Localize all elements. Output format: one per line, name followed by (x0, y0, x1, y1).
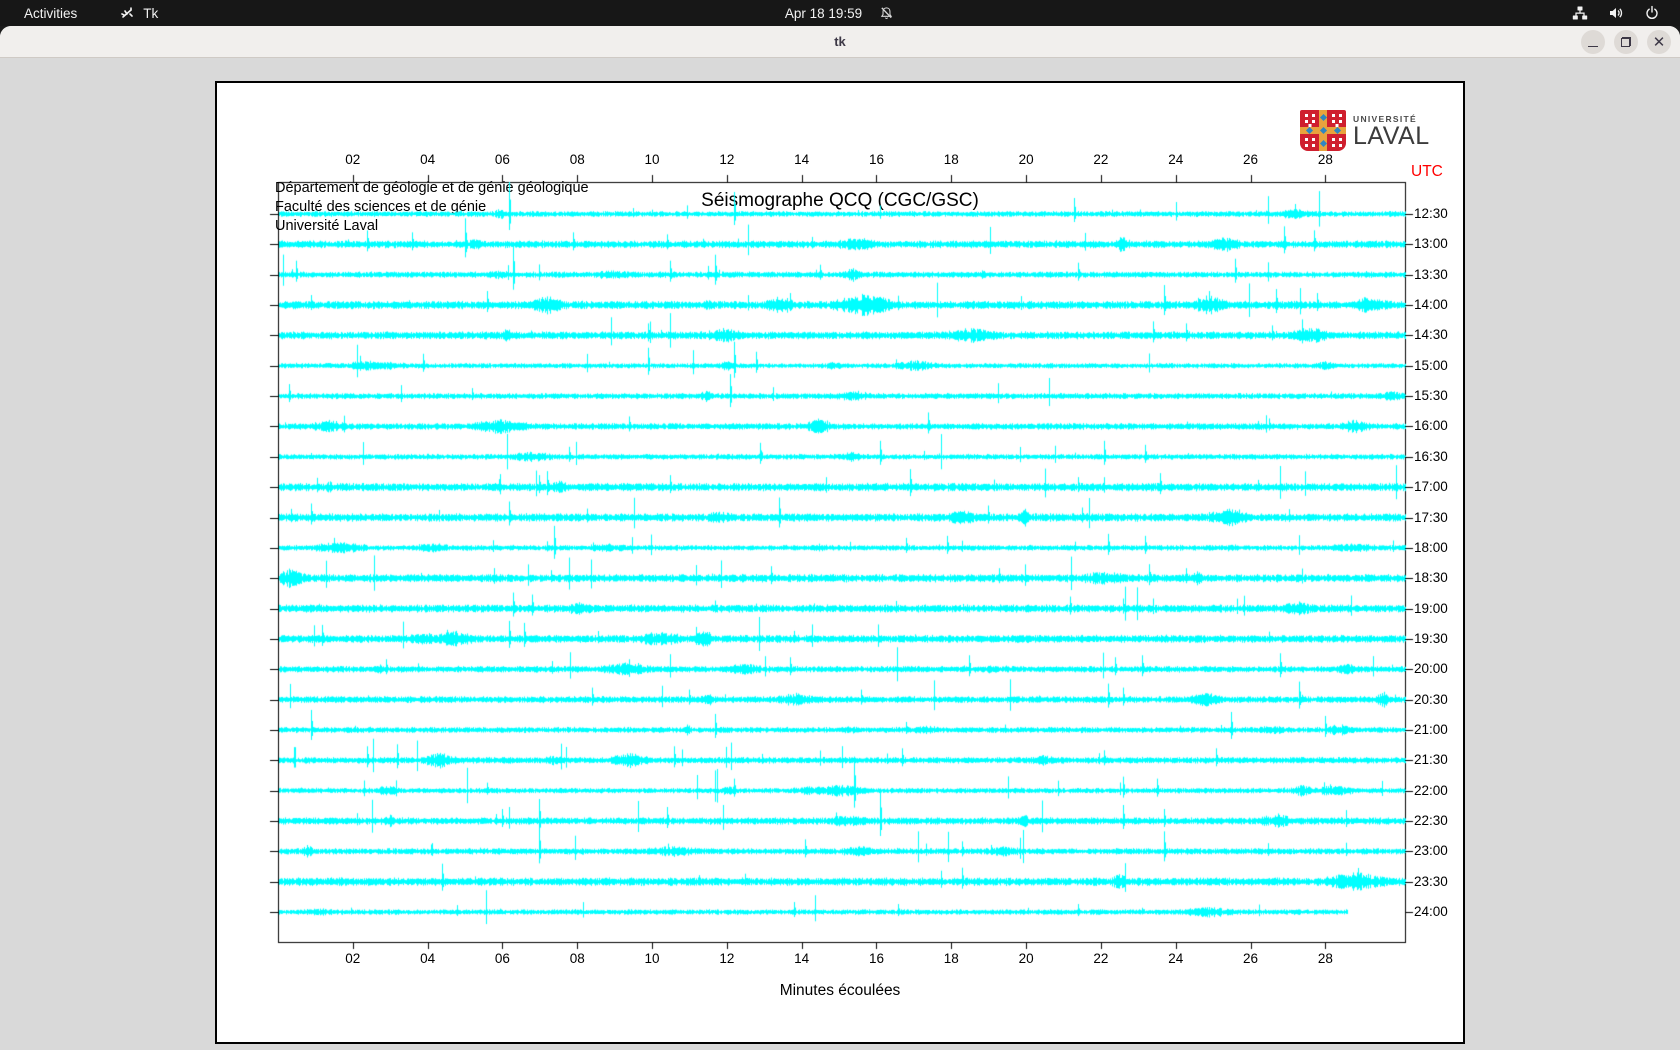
x-tick-label-bottom: 26 (1243, 951, 1259, 966)
x-tick-label-bottom: 28 (1317, 951, 1333, 966)
minimize-button[interactable] (1581, 30, 1605, 54)
trace-time-label: 17:00 (1414, 479, 1448, 495)
trace-time-label: 14:00 (1414, 297, 1448, 313)
utc-label: UTC (1411, 163, 1443, 180)
trace-time-label: 20:30 (1414, 691, 1448, 707)
trace-time-label: 21:30 (1414, 752, 1448, 768)
trace-time-label: 24:00 (1414, 904, 1448, 920)
x-tick-label-top: 02 (345, 152, 361, 167)
volume-icon[interactable] (1607, 5, 1624, 22)
trace-time-label: 18:30 (1414, 570, 1448, 586)
trace-time-label: 23:30 (1414, 873, 1448, 889)
x-tick-label-top: 10 (644, 152, 660, 167)
titlebar[interactable]: tk ✕ (0, 26, 1680, 58)
restore-icon (1621, 37, 1631, 47)
trace-time-label: 19:00 (1414, 600, 1448, 616)
trace-time-label: 15:30 (1414, 388, 1448, 404)
x-tick-label-bottom: 02 (345, 951, 361, 966)
trace-time-label: 20:00 (1414, 661, 1448, 677)
x-tick-label-top: 16 (868, 152, 884, 167)
x-tick-label-top: 24 (1168, 152, 1184, 167)
tk-app-indicator[interactable]: Tk (119, 5, 158, 22)
x-tick-label-top: 08 (569, 152, 585, 167)
x-tick-label-top: 22 (1093, 152, 1109, 167)
trace-time-label: 22:00 (1414, 782, 1448, 798)
trace-time-label: 22:30 (1414, 813, 1448, 828)
maximize-button[interactable] (1614, 30, 1638, 54)
x-tick-label-top: 26 (1243, 152, 1259, 167)
x-tick-label-top: 06 (494, 152, 510, 167)
x-tick-label-bottom: 22 (1093, 951, 1109, 966)
trace-time-label: 14:30 (1414, 327, 1448, 343)
clock[interactable]: Apr 18 19:59 (785, 6, 862, 21)
close-button[interactable]: ✕ (1647, 30, 1671, 54)
x-axis-label: Minutes écoulées (779, 982, 901, 999)
x-tick-label-top: 12 (719, 152, 735, 167)
window-content: Département de géologie et de génie géol… (0, 58, 1680, 1049)
x-tick-label-top: 14 (794, 152, 810, 167)
x-tick-label-bottom: 08 (569, 951, 585, 966)
x-tick-label-top: 04 (420, 152, 436, 167)
x-tick-label-top: 20 (1018, 152, 1034, 167)
x-tick-label-bottom: 16 (868, 951, 884, 966)
x-tick-label-bottom: 14 (794, 951, 810, 966)
x-tick-label-bottom: 20 (1018, 951, 1034, 966)
network-wired-icon[interactable] (1571, 5, 1588, 22)
window-title: tk (834, 34, 846, 49)
seismograph-sheet: Département de géologie et de génie géol… (215, 81, 1465, 1044)
tk-app-icon (119, 5, 136, 22)
trace-time-label: 19:30 (1414, 630, 1448, 646)
x-tick-label-bottom: 06 (494, 951, 510, 966)
x-tick-label-bottom: 24 (1168, 951, 1184, 966)
tk-app-label: Tk (143, 5, 159, 21)
trace-time-label: 18:00 (1414, 539, 1448, 555)
x-tick-label-bottom: 04 (420, 951, 436, 966)
gnome-top-bar: Activities Tk Apr 18 19:59 (0, 0, 1680, 26)
x-tick-label-top: 28 (1317, 152, 1333, 167)
trace-time-label: 12:30 (1414, 206, 1448, 221)
power-icon[interactable] (1643, 5, 1660, 22)
x-tick-label-top: 18 (943, 152, 959, 167)
x-tick-label-bottom: 10 (644, 951, 660, 966)
minimize-icon (1588, 45, 1598, 47)
trace-time-label: 15:00 (1414, 357, 1448, 373)
activities-button[interactable]: Activities (18, 4, 83, 23)
trace-time-label: 23:00 (1414, 843, 1448, 859)
bell-slash-icon[interactable] (878, 5, 895, 22)
x-tick-label-bottom: 18 (943, 951, 959, 966)
trace-time-label: 17:30 (1414, 509, 1448, 525)
helicorder-plot (217, 83, 1463, 1042)
trace-time-label: 13:30 (1414, 266, 1448, 282)
tk-window: tk ✕ Département de géologie et de génie… (0, 26, 1680, 1050)
trace-time-label: 21:00 (1414, 721, 1448, 737)
x-tick-label-bottom: 12 (719, 951, 735, 966)
trace-time-label: 13:00 (1414, 236, 1448, 252)
trace-time-label: 16:00 (1414, 418, 1448, 434)
trace-time-label: 16:30 (1414, 448, 1448, 464)
close-icon: ✕ (1652, 32, 1666, 51)
